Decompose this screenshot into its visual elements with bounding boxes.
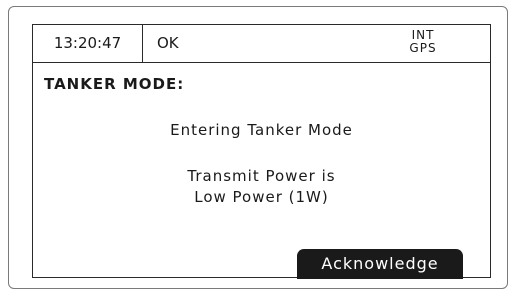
mode-title: TANKER MODE: [44, 75, 185, 93]
transmit-power-line2: Low Power (1W) [194, 188, 329, 206]
time-source-indicator: INT GPS [393, 29, 453, 55]
time-source-line2: GPS [409, 41, 437, 55]
entering-mode-message: Entering Tanker Mode [170, 121, 353, 139]
display-screen: 13:20:47 OK INT GPS TANKER MODE: Enterin… [32, 24, 491, 279]
status-bar: 13:20:47 OK INT GPS [33, 25, 490, 63]
transmit-power-line1: Transmit Power is [187, 167, 336, 185]
clock-time: 13:20:47 [33, 25, 143, 62]
status-indicator: OK [157, 34, 179, 52]
transmit-power-message: Transmit Power is Low Power (1W) [33, 166, 490, 208]
acknowledge-button[interactable]: Acknowledge [297, 249, 463, 279]
